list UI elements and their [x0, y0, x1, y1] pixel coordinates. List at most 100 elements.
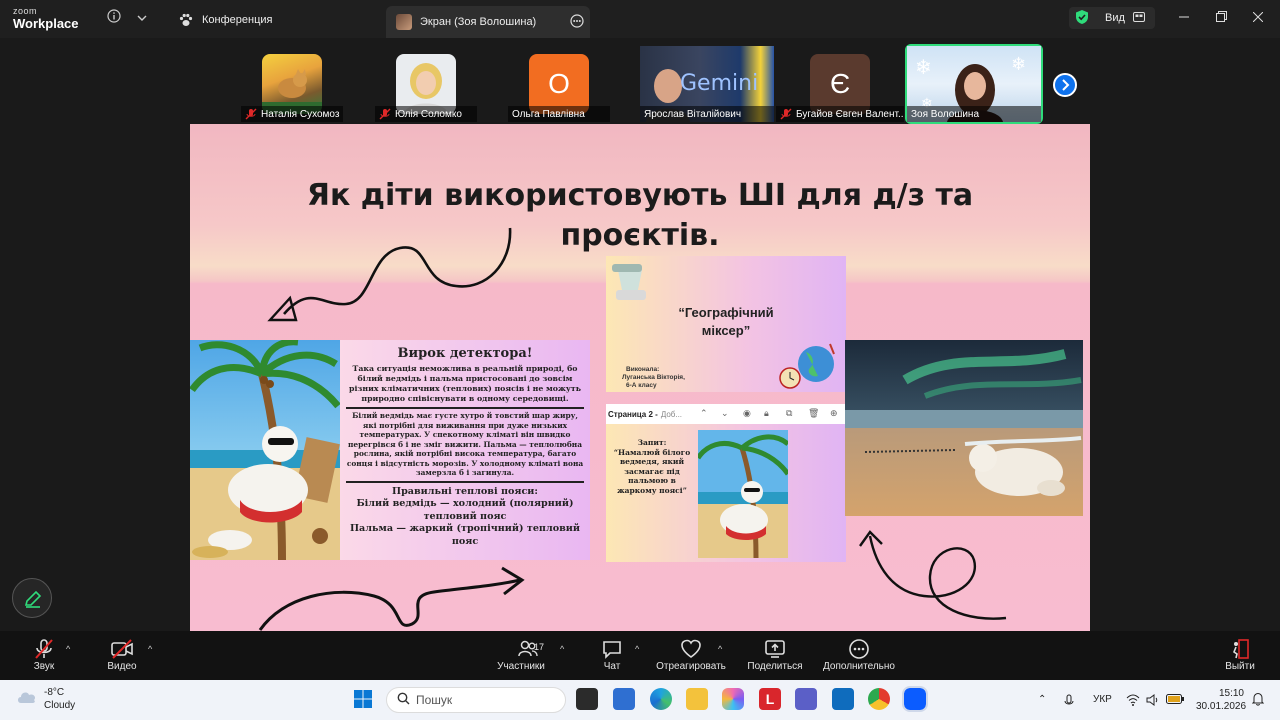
presenter-avatar-icon: [396, 14, 412, 30]
view-button[interactable]: Вид: [1069, 7, 1155, 29]
globe-icon: [779, 343, 835, 389]
weather-condition: Cloudy: [44, 700, 76, 711]
page-toolbar: Страница 2 - Доб... ⌃ ⌄ ◉ 🔒︎ ⧉ 🗑︎ ⊕: [606, 404, 846, 424]
windows-taskbar: -8°C Cloudy Пошук L ⌃ УКР 15:10 30.01.20…: [0, 680, 1280, 720]
teams-icon[interactable]: [795, 688, 817, 710]
participant-tile[interactable]: Є Бугайов Євген Валент...: [776, 46, 904, 122]
l-app-icon[interactable]: L: [759, 688, 781, 710]
notification-bell-icon[interactable]: [1251, 692, 1265, 709]
copilot-icon[interactable]: [722, 688, 744, 710]
chat-icon: [596, 638, 628, 660]
svg-text:❄: ❄: [915, 57, 932, 79]
polar-bear-palm-image: [190, 338, 341, 561]
participant-tile[interactable]: Юлія Соломко: [375, 46, 477, 122]
participant-tile[interactable]: Наталія Сухомоз: [241, 46, 343, 122]
battery-icon[interactable]: [1166, 694, 1184, 707]
participant-name: Зоя Волошина: [907, 106, 1041, 122]
more-button[interactable]: Дополнительно: [820, 638, 898, 672]
microphone-tray-icon[interactable]: [1064, 694, 1074, 711]
tab-screen-share[interactable]: Экран (Зоя Волошина): [386, 6, 590, 38]
chrome-icon[interactable]: [868, 688, 890, 710]
audio-button[interactable]: Звук: [26, 638, 62, 672]
add-page-icon[interactable]: ⊕: [830, 408, 838, 419]
project-cover-page: “Географічний міксер” Виконала: Луганськ…: [606, 256, 846, 392]
trash-icon[interactable]: 🗑︎: [808, 408, 819, 419]
chevron-down-icon[interactable]: [132, 9, 152, 29]
chat-options-caret[interactable]: ^: [635, 644, 639, 654]
svg-text:Gemini: Gemini: [680, 71, 758, 96]
participant-tile-active-speaker[interactable]: ❄ ❄ ❄ Зоя Волошина: [905, 44, 1043, 124]
temperature: -8°C: [44, 687, 65, 698]
share-button[interactable]: Поделиться: [745, 638, 805, 672]
eye-icon[interactable]: ◉: [743, 408, 751, 419]
page-title-placeholder[interactable]: Доб...: [661, 410, 682, 419]
page-label: Страница 2 -: [608, 409, 658, 419]
react-button[interactable]: Отреагировать: [654, 638, 728, 672]
windows-start-icon[interactable]: [352, 688, 374, 710]
annotate-button[interactable]: [12, 578, 52, 618]
tray-overflow-icon[interactable]: ⌃: [1038, 694, 1046, 705]
search-placeholder: Пошук: [416, 693, 453, 707]
title-bar: zoom Workplace Конференция Экран (Зоя Во…: [0, 0, 1280, 38]
time: 15:10: [1218, 688, 1244, 699]
view-label: Вид: [1105, 12, 1125, 24]
climate-zone-bear: Білий ведмідь — холодний (полярний) тепл…: [356, 498, 574, 522]
verdict-paragraph: Білий ведмідь має густе хутро й товстий …: [346, 407, 584, 483]
leave-button[interactable]: Выйти: [1222, 638, 1258, 672]
lock-icon[interactable]: 🔒︎: [764, 408, 769, 419]
weather-widget[interactable]: -8°C Cloudy: [16, 686, 75, 712]
close-icon[interactable]: [1248, 10, 1268, 25]
heart-icon: [654, 638, 728, 660]
avatar: О: [529, 54, 589, 114]
project-title: “Географічний міксер”: [678, 305, 774, 338]
chevron-up-icon[interactable]: ⌃: [700, 408, 708, 419]
more-options-icon: [820, 638, 898, 660]
mic-muted-icon: [780, 108, 792, 120]
video-button[interactable]: Видео: [103, 638, 141, 672]
avatar: [262, 54, 322, 114]
minimize-icon[interactable]: [1174, 10, 1194, 25]
speaker-icon[interactable]: [1146, 694, 1160, 709]
bear-desert-aurora-image: [845, 340, 1083, 516]
wifi-icon[interactable]: [1126, 694, 1140, 709]
participants-options-caret[interactable]: ^: [560, 644, 564, 654]
edge-icon[interactable]: [650, 688, 672, 710]
project-query-page: Запит: “Намалюй білого ведмедя, який зас…: [606, 424, 846, 562]
video-options-caret[interactable]: ^: [148, 644, 152, 654]
paw-icon: [178, 12, 194, 28]
restore-icon[interactable]: [1211, 10, 1231, 25]
zoom-logo: zoom Workplace: [13, 6, 79, 31]
zoom-taskbar-icon[interactable]: [902, 686, 928, 712]
audio-options-caret[interactable]: ^: [66, 644, 70, 654]
taskbar-search[interactable]: Пошук: [386, 687, 566, 713]
keyboard-language[interactable]: УКР: [1093, 694, 1112, 705]
climate-zones-heading: Правильні теплові пояси:: [392, 485, 538, 497]
outlook-icon[interactable]: [832, 688, 854, 710]
chevron-down-icon[interactable]: ⌄: [721, 408, 729, 419]
participant-name: Юлія Соломко: [375, 106, 477, 122]
more-options-icon[interactable]: [570, 14, 584, 31]
detector-verdict-card: Вирок детектора! Така ситуація неможлива…: [190, 338, 590, 561]
chevron-right-icon: [1060, 78, 1070, 94]
participant-tile[interactable]: Gemini Ярослав Віталійович: [640, 46, 774, 122]
next-page-button[interactable]: [1053, 73, 1077, 97]
store-icon[interactable]: [613, 688, 635, 710]
info-icon[interactable]: [104, 9, 124, 29]
arrow-doodle-right: [859, 530, 1007, 620]
participant-tile[interactable]: О Ольга Павлівна: [508, 46, 610, 122]
avatar: Є: [810, 54, 870, 114]
participant-strip: Наталія Сухомоз Юлія Соломко О Ольга Пав…: [0, 38, 1280, 124]
pencil-icon: [23, 589, 43, 614]
system-clock[interactable]: 15:10 30.01.2026: [1196, 687, 1246, 713]
tab-meeting[interactable]: Конференция: [168, 6, 282, 34]
chat-button[interactable]: Чат: [596, 638, 628, 672]
mic-muted-icon: [379, 108, 391, 120]
duplicate-icon[interactable]: ⧉: [786, 408, 792, 419]
cloud-icon: [16, 689, 38, 710]
file-explorer-icon[interactable]: [686, 688, 708, 710]
react-options-caret[interactable]: ^: [718, 644, 722, 654]
participants-count: 17: [534, 642, 545, 652]
leave-icon: [1222, 638, 1258, 660]
video-off-icon: [103, 638, 141, 660]
task-view-icon[interactable]: [576, 688, 598, 710]
